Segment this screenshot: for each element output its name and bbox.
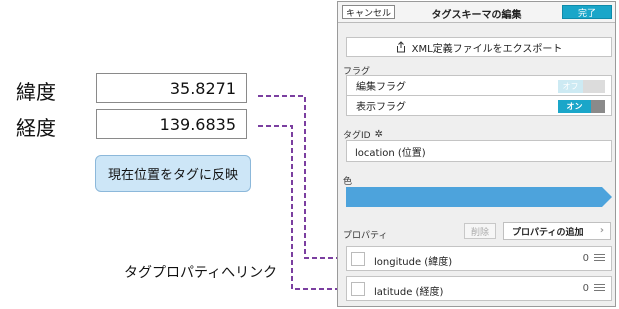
- display-flag-toggle[interactable]: オン: [558, 100, 605, 113]
- property-name: longitude (緯度): [374, 257, 453, 268]
- delete-property-button[interactable]: 削除: [464, 223, 496, 239]
- property-count: 0: [582, 253, 589, 264]
- color-swatch[interactable]: [346, 187, 612, 207]
- display-flag-row: 表示フラグ オン: [346, 95, 612, 116]
- edit-flag-row: 編集フラグ オフ: [346, 75, 612, 96]
- display-flag-label: 表示フラグ: [356, 102, 406, 113]
- add-property-button[interactable]: プロパティの追加 ›: [503, 222, 611, 240]
- drag-handle-icon[interactable]: [594, 284, 605, 293]
- export-xml-button[interactable]: XML定義ファイルをエクスポート: [346, 37, 612, 57]
- add-property-label: プロパティの追加: [512, 227, 584, 238]
- panel-titlebar: キャンセル タグスキーマの編集 完了: [338, 2, 615, 23]
- properties-section-label: プロパティ: [343, 231, 388, 241]
- property-row-latitude[interactable]: latitude (経度) 0: [346, 276, 612, 301]
- property-row-longitude[interactable]: longitude (緯度) 0: [346, 246, 612, 271]
- color-section-label: 色: [343, 177, 353, 187]
- share-icon: [396, 41, 405, 53]
- property-name: latitude (経度): [374, 287, 444, 298]
- toggle-knob: オフ: [558, 80, 583, 93]
- toggle-knob: オン: [558, 100, 591, 113]
- gear-icon[interactable]: ✲: [375, 129, 383, 140]
- property-count: 0: [582, 283, 589, 294]
- latitude-link-arrow: [258, 95, 342, 259]
- tagid-field[interactable]: location (位置): [346, 140, 612, 162]
- edit-flag-label: 編集フラグ: [356, 82, 406, 93]
- property-checkbox[interactable]: [351, 282, 365, 296]
- edit-flag-toggle[interactable]: オフ: [558, 80, 605, 93]
- chevron-right-icon: ›: [599, 225, 604, 236]
- tag-schema-panel: キャンセル タグスキーマの編集 完了 XML定義ファイルをエクスポート フラグ …: [337, 1, 616, 307]
- drag-handle-icon[interactable]: [594, 254, 605, 263]
- done-button[interactable]: 完了: [562, 5, 612, 19]
- export-label: XML定義ファイルをエクスポート: [411, 43, 563, 55]
- longitude-link-arrow: [258, 125, 342, 290]
- property-checkbox[interactable]: [351, 252, 365, 266]
